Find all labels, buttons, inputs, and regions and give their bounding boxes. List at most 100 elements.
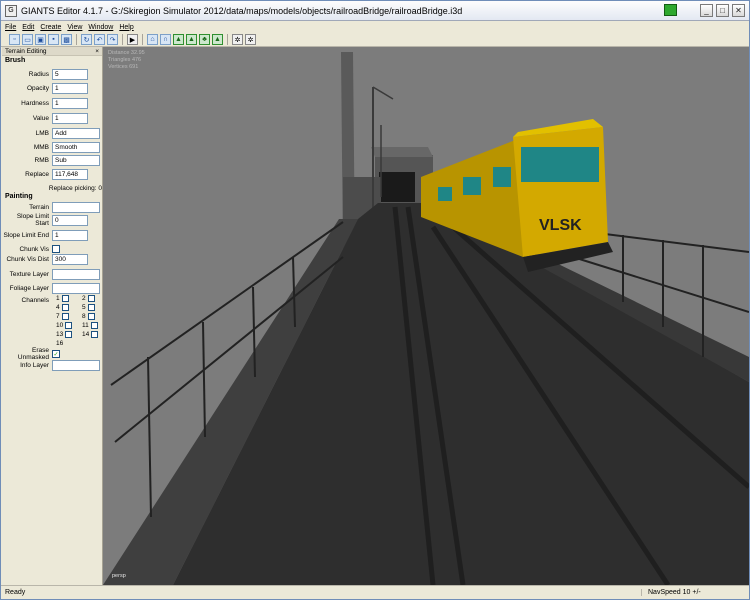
slope-end-input[interactable]: 1 — [52, 229, 88, 241]
hardness-input[interactable]: 1 — [52, 97, 88, 109]
opacity-input[interactable]: 1 — [52, 82, 88, 94]
render-stats: Distance 32.95 Triangles 476 Vertices 69… — [108, 50, 145, 71]
channel-4[interactable]: 4 — [56, 304, 69, 311]
close-icon[interactable]: ✕ — [732, 4, 745, 17]
channel-10[interactable]: 10 — [56, 322, 73, 329]
train-front — [513, 127, 608, 257]
mmb-select[interactable]: Smooth — [52, 141, 100, 153]
texture-layer-label: Texture Layer — [9, 270, 49, 278]
value-label: Value — [32, 114, 49, 122]
editor-window: G GIANTS Editor 4.1.7 - G:/Skiregion Sim… — [0, 0, 750, 600]
chunk-vis-dist-row: Chunk Vis Dist 300 — [2, 253, 103, 265]
panel-close-icon[interactable]: × — [95, 48, 99, 55]
foliage-layer-select[interactable] — [52, 282, 100, 294]
bridge-icon[interactable]: ∩ — [160, 34, 171, 45]
terrain-input[interactable] — [52, 201, 100, 213]
hardness-label: Hardness — [21, 99, 49, 107]
foliage-icon[interactable]: ♣ — [199, 34, 210, 45]
train-text: VLSK — [539, 217, 582, 234]
channel-checkbox[interactable] — [65, 322, 73, 329]
mmb-row: MMB Smooth — [2, 141, 103, 153]
radius-input[interactable]: 5 — [52, 68, 88, 80]
maximize-icon[interactable]: □ — [716, 4, 729, 17]
terrain-raise-icon[interactable]: ▲ — [173, 34, 184, 45]
channel-checkbox[interactable] — [65, 331, 73, 338]
rmb-select[interactable]: Sub — [52, 154, 100, 166]
stat-triangles: Triangles 476 — [108, 57, 142, 63]
terrain-row: Terrain — [2, 201, 103, 213]
menu-create[interactable]: Create — [40, 24, 61, 31]
menu-bar: File Edit Create View Window Help — [1, 21, 749, 33]
info-layer-row: Info Layer — [2, 359, 103, 371]
chunk-vis-label: Chunk Vis — [19, 245, 49, 253]
channel-11[interactable]: 11 — [82, 322, 98, 329]
import-icon[interactable]: ▣ — [35, 34, 46, 45]
channel-checkbox[interactable] — [61, 295, 69, 302]
save-icon[interactable]: ▪ — [48, 34, 59, 45]
terrain-label: Terrain — [29, 203, 49, 211]
channel-checkbox[interactable] — [61, 313, 69, 320]
window-title: GIANTS Editor 4.1.7 - G:/Skiregion Simul… — [21, 5, 463, 16]
channel-checkbox[interactable] — [61, 304, 69, 311]
gizmo-icon[interactable]: ✲ — [245, 34, 256, 45]
app-icon: G — [5, 4, 17, 17]
slope-end-row: Slope Limit End 1 — [2, 229, 103, 241]
menu-help[interactable]: Help — [119, 24, 133, 31]
channel-1[interactable]: 1 — [56, 295, 69, 302]
title-bar[interactable]: G GIANTS Editor 4.1.7 - G:/Skiregion Sim… — [1, 1, 749, 21]
mmb-label: MMB — [33, 143, 49, 151]
chunk-vis-dist-label: Chunk Vis Dist — [6, 255, 49, 263]
channel-checkbox[interactable] — [87, 295, 95, 302]
menu-edit[interactable]: Edit — [22, 24, 34, 31]
menu-view[interactable]: View — [67, 24, 82, 31]
lmb-label: LMB — [35, 129, 49, 137]
menu-window[interactable]: Window — [88, 24, 113, 31]
channel-checkbox[interactable] — [90, 322, 98, 329]
chunk-vis-checkbox[interactable] — [52, 245, 60, 253]
play-icon[interactable]: ▶ — [127, 34, 138, 45]
tunnel-opening — [379, 172, 415, 202]
train-front-window — [521, 147, 599, 182]
channel-2[interactable]: 2 — [82, 295, 95, 302]
channel-checkbox[interactable] — [87, 304, 95, 311]
channels-label: Channels — [21, 296, 49, 304]
texture-layer-select[interactable] — [52, 268, 100, 280]
hardness-row: Hardness 1 — [2, 97, 103, 109]
erase-unmasked-checkbox[interactable]: ✓ — [52, 350, 60, 358]
terrain-smooth-icon[interactable]: ▲ — [212, 34, 223, 45]
redo-icon[interactable]: ↷ — [107, 34, 118, 45]
channel-checkbox[interactable] — [87, 313, 95, 320]
reload-icon[interactable]: ↻ — [81, 34, 92, 45]
painting-section-title: Painting — [5, 193, 33, 200]
chunk-vis-dist-input[interactable]: 300 — [52, 253, 88, 265]
channel-checkbox[interactable] — [91, 331, 99, 338]
channel-14[interactable]: 14 — [82, 331, 99, 338]
minimize-icon[interactable]: _ — [700, 4, 713, 17]
new-file-icon[interactable]: ▫ — [9, 34, 20, 45]
toolbar-separator — [122, 34, 123, 45]
terrain-paint-icon[interactable]: ▲ — [186, 34, 197, 45]
3d-viewport[interactable]: VLSK Distance 32.95 Triangles 476 Vertic… — [103, 47, 749, 585]
info-layer-select[interactable] — [52, 359, 100, 371]
channel-13[interactable]: 13 — [56, 331, 73, 338]
channel-7[interactable]: 7 — [56, 313, 69, 320]
replace-input[interactable]: 117,648 — [52, 168, 88, 180]
foliage-layer-label: Foliage Layer — [9, 284, 49, 292]
slope-start-input[interactable]: 0 — [52, 214, 88, 226]
menu-file[interactable]: File — [5, 24, 16, 31]
value-input[interactable]: 1 — [52, 112, 88, 124]
channel-16[interactable]: 16 — [56, 340, 63, 347]
house-icon[interactable]: ⌂ — [147, 34, 158, 45]
nav-speed-text: NavSpeed 10 +/- — [641, 589, 701, 596]
lmb-select[interactable]: Add — [52, 127, 100, 139]
status-bar: Ready NavSpeed 10 +/- — [1, 585, 749, 599]
save-all-icon[interactable]: ▩ — [61, 34, 72, 45]
undo-icon[interactable]: ↶ — [94, 34, 105, 45]
scene-render: VLSK — [103, 47, 749, 585]
train-side-window — [493, 167, 511, 187]
open-file-icon[interactable]: ▭ — [22, 34, 33, 45]
toolbar-separator — [227, 34, 228, 45]
channel-8[interactable]: 8 — [82, 313, 95, 320]
snap-icon[interactable]: ✲ — [232, 34, 243, 45]
channel-5[interactable]: 5 — [82, 304, 95, 311]
